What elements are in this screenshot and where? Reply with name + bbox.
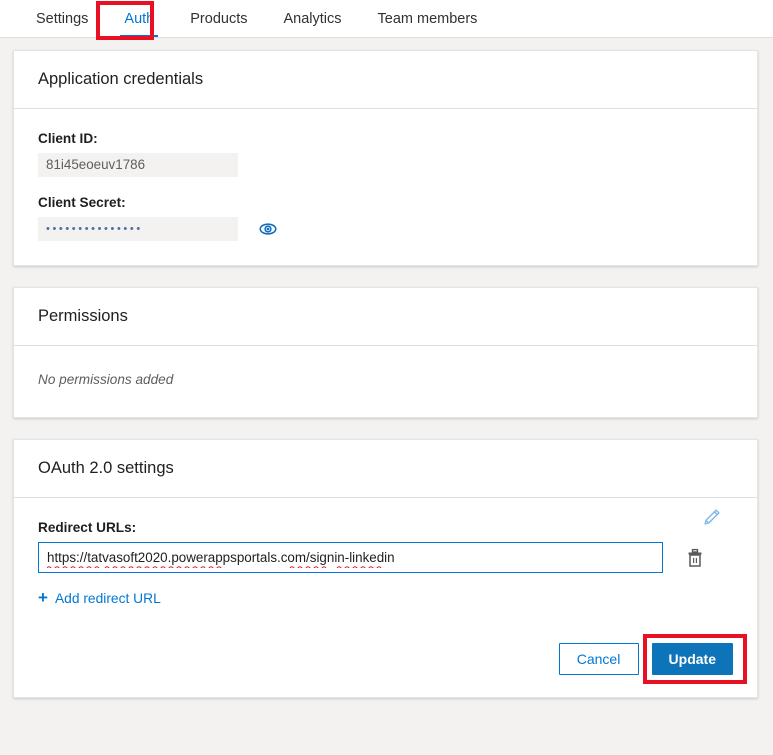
application-credentials-header: Application credentials bbox=[14, 51, 757, 109]
tab-analytics-label: Analytics bbox=[283, 10, 342, 27]
permissions-body: No permissions added bbox=[14, 346, 757, 417]
client-id-input[interactable] bbox=[38, 153, 238, 177]
redirect-url-input[interactable] bbox=[38, 542, 663, 573]
eye-icon-svg bbox=[259, 223, 277, 235]
client-secret-row: ••••••••••••••• bbox=[38, 217, 733, 241]
tab-team-members-label: Team members bbox=[377, 10, 478, 27]
oauth-settings-title: OAuth 2.0 settings bbox=[38, 459, 174, 477]
tab-analytics[interactable]: Analytics bbox=[265, 0, 359, 37]
application-credentials-title: Application credentials bbox=[38, 70, 204, 88]
client-secret-label: Client Secret: bbox=[38, 195, 126, 210]
oauth-settings-header: OAuth 2.0 settings bbox=[14, 440, 757, 498]
oauth-settings-panel: OAuth 2.0 settings Redirect URLs: https:… bbox=[13, 439, 758, 698]
application-credentials-panel: Application credentials Client ID: Clien… bbox=[13, 50, 758, 266]
permissions-title: Permissions bbox=[38, 307, 128, 325]
tab-products-label: Products bbox=[190, 10, 248, 27]
update-button[interactable]: Update bbox=[651, 643, 733, 675]
oauth-settings-body: Redirect URLs: https://tatvasoft2020.pow… bbox=[14, 498, 757, 627]
redirect-url-input-wrap bbox=[38, 542, 663, 573]
tab-products[interactable]: Products bbox=[172, 0, 265, 37]
tab-settings[interactable]: Settings bbox=[18, 0, 106, 37]
trash-icon-svg bbox=[688, 548, 702, 567]
oauth-actions-row: Cancel Update bbox=[14, 627, 757, 697]
update-button-wrap: Update bbox=[642, 634, 747, 684]
client-secret-masked-value: ••••••••••••••• bbox=[38, 217, 238, 241]
application-credentials-body: Client ID: Client Secret: ••••••••••••••… bbox=[14, 109, 757, 265]
tab-auth[interactable]: Auth bbox=[106, 0, 172, 37]
add-redirect-url-label: Add redirect URL bbox=[54, 591, 161, 606]
pencil-icon-svg bbox=[704, 509, 720, 525]
plus-icon: + bbox=[38, 588, 48, 607]
redirect-urls-label: Redirect URLs: bbox=[38, 520, 137, 535]
tab-auth-label: Auth bbox=[124, 10, 155, 27]
cancel-button[interactable]: Cancel bbox=[558, 643, 639, 675]
tab-settings-label: Settings bbox=[36, 10, 89, 27]
trash-icon[interactable] bbox=[685, 547, 705, 569]
permissions-empty-text: No permissions added bbox=[38, 372, 174, 387]
permissions-header: Permissions bbox=[14, 288, 757, 346]
pencil-icon[interactable] bbox=[701, 506, 723, 528]
client-id-label: Client ID: bbox=[38, 131, 98, 146]
eye-icon[interactable] bbox=[258, 219, 278, 239]
add-redirect-url-link[interactable]: + Add redirect URL bbox=[38, 588, 161, 607]
tab-bar: Settings Auth Products Analytics Team me… bbox=[0, 0, 773, 40]
permissions-panel: Permissions No permissions added bbox=[13, 287, 758, 418]
redirect-url-row bbox=[38, 542, 733, 573]
page-content: Application credentials Client ID: Clien… bbox=[0, 38, 773, 698]
tab-team-members[interactable]: Team members bbox=[360, 0, 496, 37]
